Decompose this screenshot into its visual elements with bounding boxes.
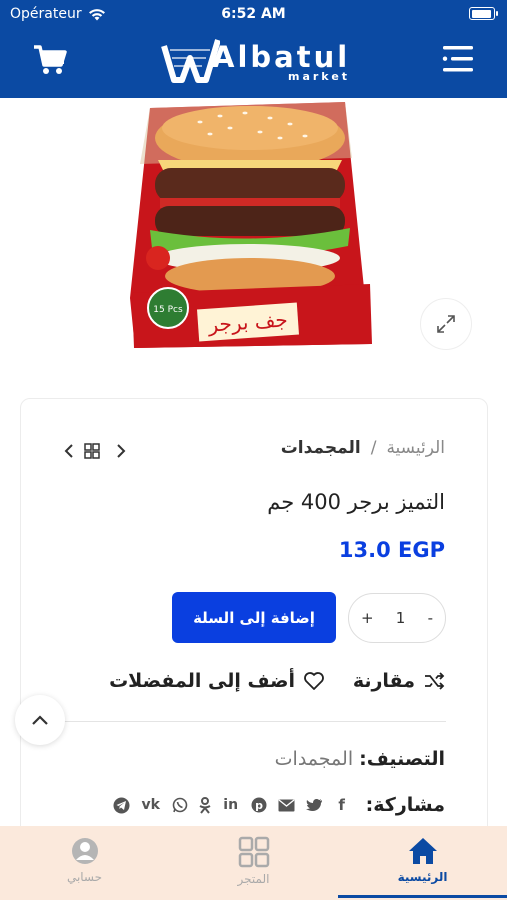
heart-icon — [304, 672, 324, 690]
product-category: التصنيف: المجمدات — [275, 748, 445, 770]
account-icon — [71, 838, 98, 864]
logo[interactable]: Albatul market — [160, 36, 350, 86]
menu-icon — [442, 46, 473, 72]
status-bar: Opérateur 6:52 AM — [0, 0, 507, 28]
category-link[interactable]: المجمدات — [275, 748, 353, 770]
wishlist-label: أضف إلى المفضلات — [109, 670, 295, 692]
tab-account[interactable]: حسابي — [0, 826, 169, 900]
product-navigation — [64, 440, 126, 462]
grid-view-icon[interactable] — [84, 443, 100, 459]
tab-home[interactable]: الرئيسية — [338, 826, 507, 900]
share-label: مشاركة: — [365, 794, 445, 816]
breadcrumb-separator: / — [370, 438, 377, 458]
compare-label: مقارنة — [352, 670, 415, 692]
app-header: Opérateur 6:52 AM Albatul market — [0, 0, 507, 98]
next-product-icon[interactable] — [116, 443, 126, 459]
cart-button[interactable] — [32, 43, 68, 77]
telegram-icon[interactable] — [113, 797, 130, 814]
grid-icon — [238, 836, 269, 868]
scroll-to-top-button[interactable] — [15, 695, 65, 745]
cart-icon — [34, 45, 67, 74]
expand-icon — [437, 315, 455, 333]
tab-account-label: حسابي — [66, 870, 103, 884]
divider — [62, 721, 446, 722]
battery-icon — [469, 7, 498, 20]
quantity-stepper: + 1 - — [348, 593, 446, 643]
clock: 6:52 AM — [221, 6, 286, 22]
add-to-cart-button[interactable]: إضافة إلى السلة — [172, 592, 336, 643]
logo-mark-icon — [161, 39, 220, 83]
quantity-value[interactable]: 1 — [396, 609, 406, 627]
odnoklassniki-icon[interactable] — [199, 796, 211, 814]
svg-text:p: p — [255, 799, 263, 812]
logo-subtext: market — [288, 70, 351, 83]
shuffle-icon — [425, 672, 445, 690]
email-icon[interactable] — [278, 798, 295, 812]
menu-button[interactable] — [441, 42, 475, 76]
twitter-icon[interactable] — [305, 798, 323, 813]
burger-package-image: 15 Pcs ﺟﻒ ﺑﺮﺟﺮ — [130, 102, 372, 348]
logo-text: Albatul — [212, 40, 351, 74]
product-price: 13.0 EGP — [338, 538, 445, 562]
linkedin-icon[interactable]: in — [222, 797, 240, 813]
svg-text:15 Pcs: 15 Pcs — [153, 305, 183, 315]
breadcrumb-home[interactable]: الرئيسية — [386, 438, 445, 458]
bottom-navigation: الرئيسية المتجر حسابي — [0, 826, 507, 900]
prev-product-icon[interactable] — [64, 443, 74, 459]
qty-plus-button[interactable]: + — [361, 609, 374, 627]
category-label: التصنيف: — [359, 748, 445, 770]
expand-image-button[interactable] — [420, 298, 472, 350]
share-row: مشاركة: f p in vk — [113, 794, 445, 816]
chevron-up-icon — [32, 715, 48, 725]
tab-home-label: الرئيسية — [397, 870, 448, 884]
qty-minus-button[interactable]: - — [428, 609, 433, 627]
tab-store[interactable]: المتجر — [169, 826, 338, 900]
product-image[interactable]: 15 Pcs ﺟﻒ ﺑﺮﺟﺮ — [120, 98, 380, 358]
breadcrumb: الرئيسية / المجمدات — [281, 438, 445, 458]
tab-store-label: المتجر — [237, 872, 270, 886]
home-icon — [408, 838, 437, 864]
compare-button[interactable]: مقارنة — [353, 670, 445, 692]
whatsapp-icon[interactable] — [172, 797, 188, 813]
pinterest-icon[interactable]: p — [251, 797, 267, 813]
wishlist-button[interactable]: أضف إلى المفضلات — [109, 670, 325, 692]
product-title: التميز برجر 400 جم — [267, 490, 445, 514]
facebook-icon[interactable]: f — [334, 796, 350, 814]
breadcrumb-current[interactable]: المجمدات — [281, 438, 361, 458]
vk-icon[interactable]: vk — [141, 797, 161, 813]
